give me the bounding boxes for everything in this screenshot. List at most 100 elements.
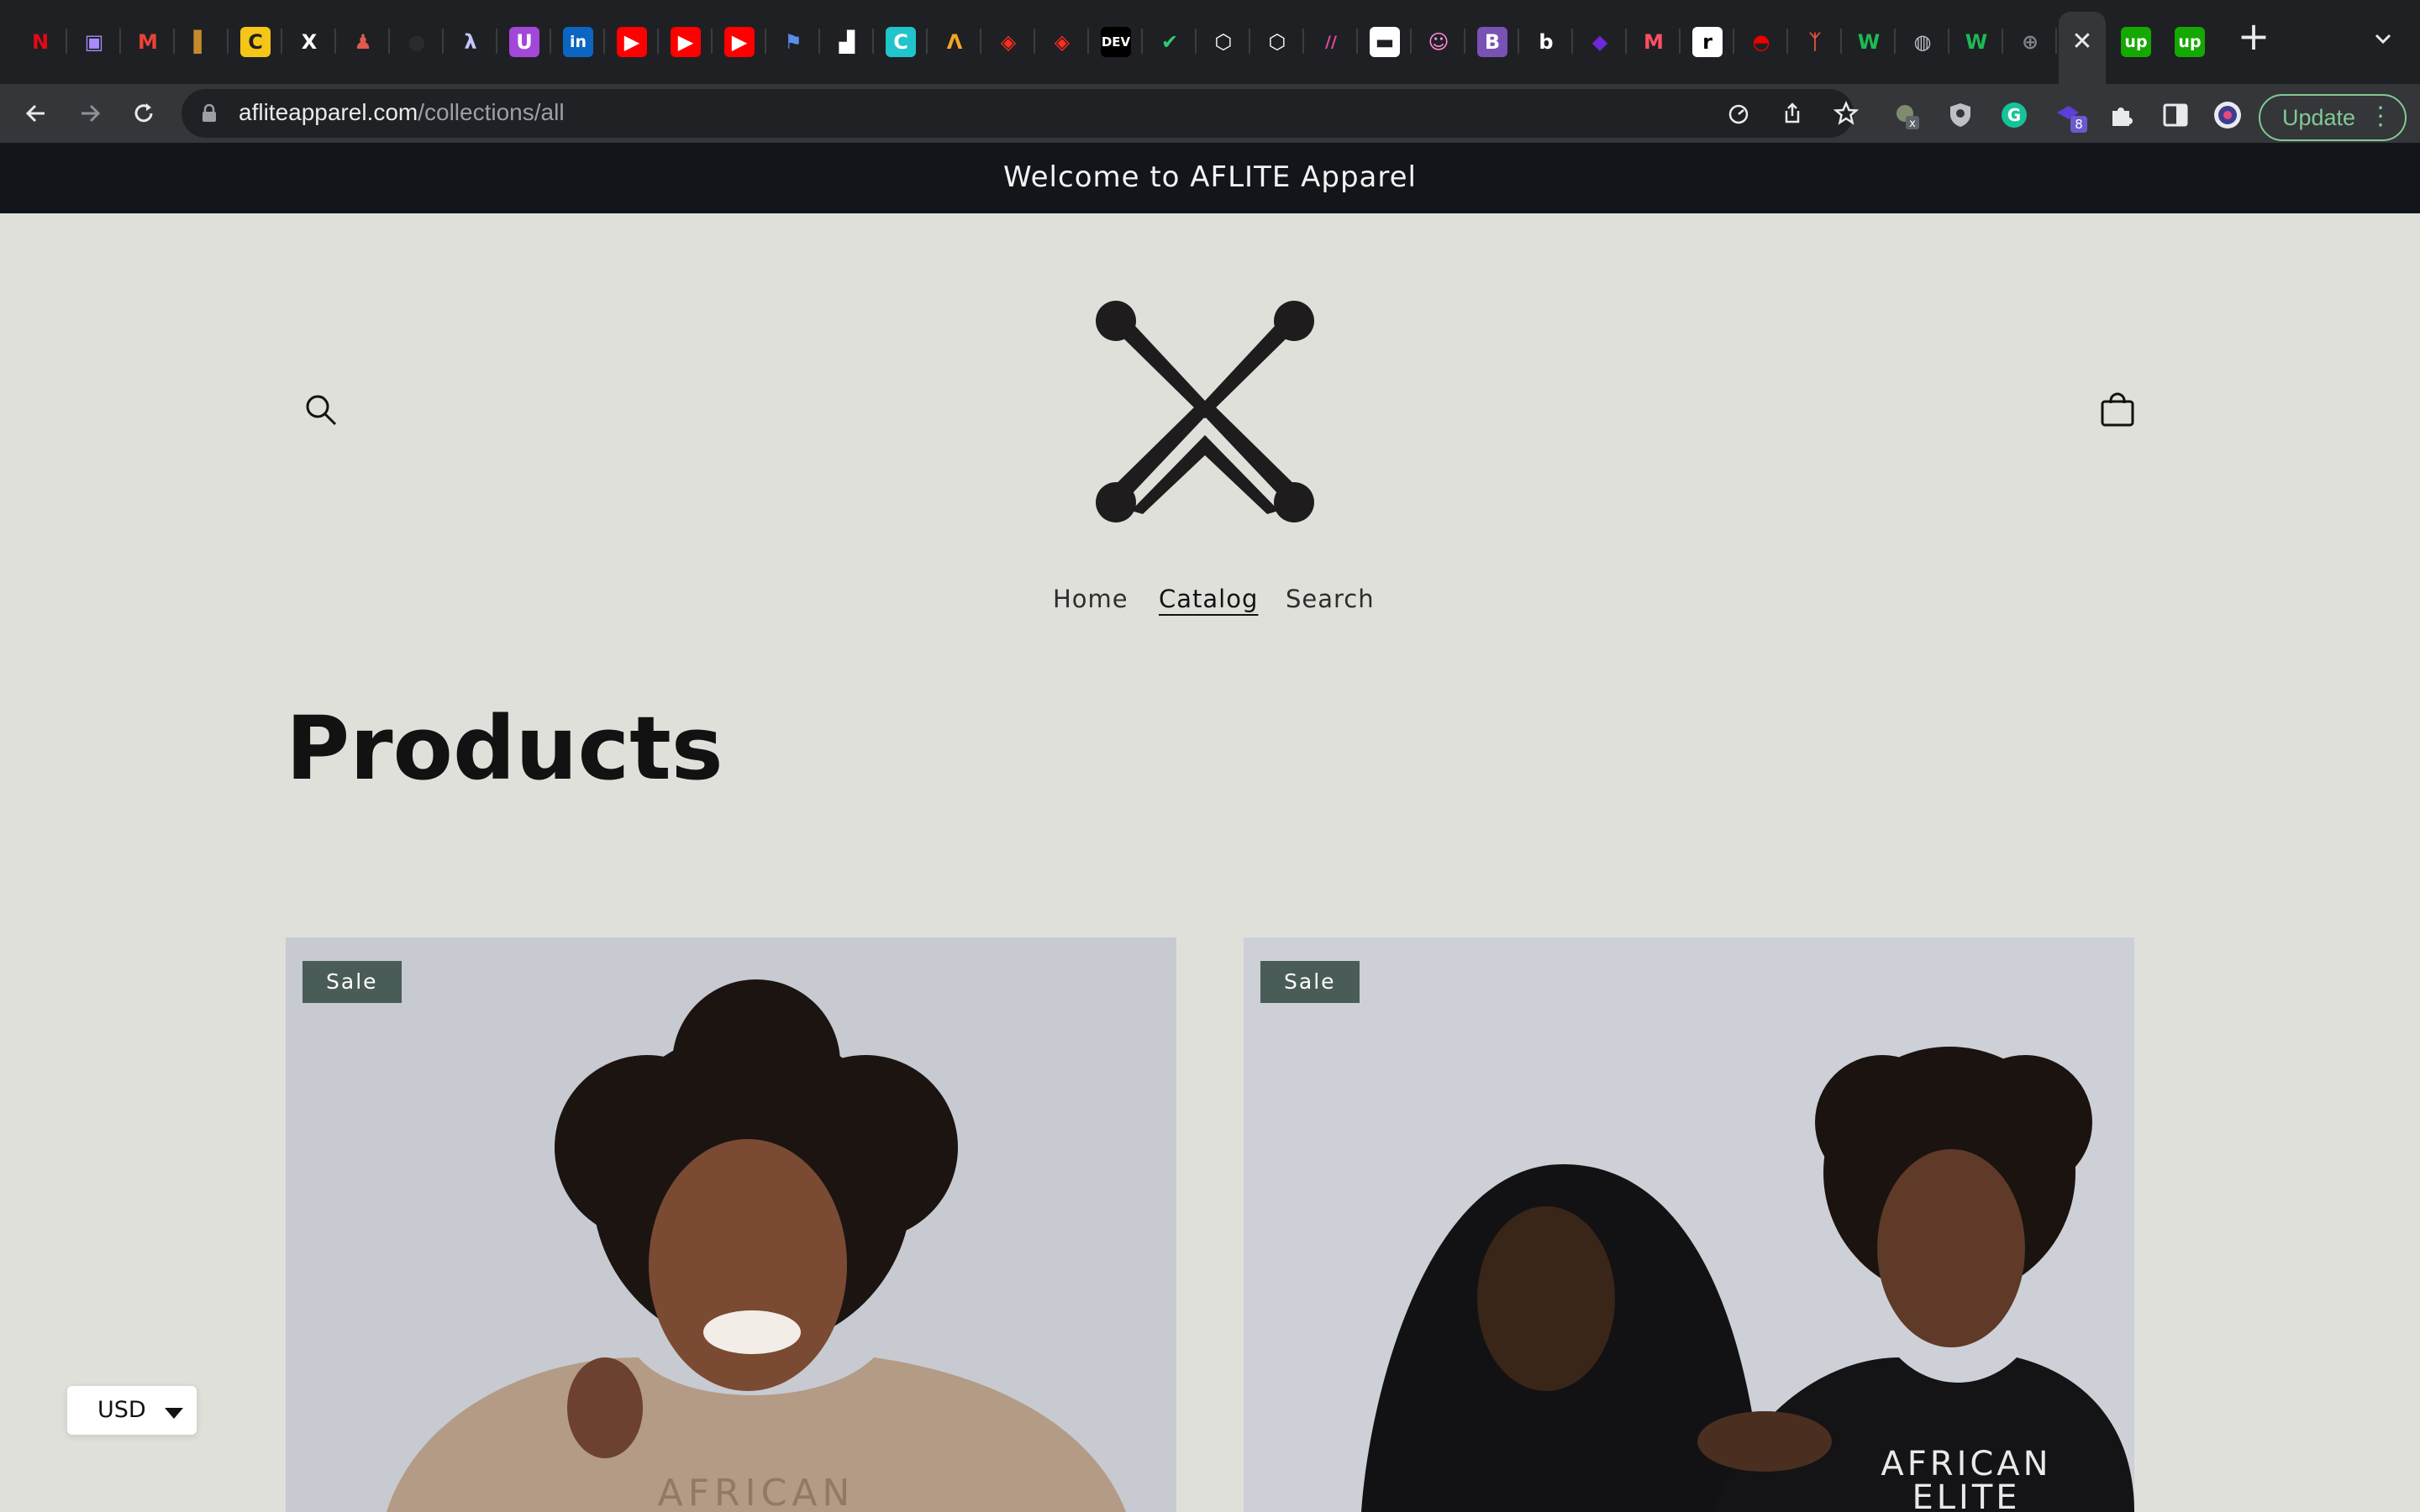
update-button[interactable]: Update ⋮ xyxy=(2259,94,2407,141)
tab-separator xyxy=(1571,29,1573,54)
video-camera-icon[interactable]: ▣ xyxy=(79,27,109,57)
bootstrap-icon[interactable]: B xyxy=(1477,27,1507,57)
laravel-icon[interactable]: ◈ xyxy=(1047,27,1077,57)
book-icon[interactable]: ▌ xyxy=(187,27,217,57)
github-icon[interactable]: ● xyxy=(402,27,432,57)
bitbucket-icon[interactable]: b xyxy=(1531,27,1561,57)
tab-separator xyxy=(496,29,497,54)
flag-icon[interactable]: ⚑ xyxy=(778,27,808,57)
announcement-bar: Welcome to AFLITE Apparel xyxy=(0,143,2420,213)
youtube-icon[interactable]: ▶ xyxy=(671,27,701,57)
arrow-right-icon xyxy=(82,104,101,123)
side-panel-icon[interactable] xyxy=(2161,101,2190,129)
tab-separator xyxy=(765,29,766,54)
puzzle-extensions-icon[interactable] xyxy=(2107,101,2136,129)
product-image[interactable]: AFRICAN xyxy=(286,937,1176,1512)
svg-text:x: x xyxy=(1909,118,1916,129)
nav-catalog[interactable]: Catalog xyxy=(1159,585,1258,613)
update-label: Update xyxy=(2282,105,2356,130)
tab-separator xyxy=(119,29,121,54)
w-logo-icon[interactable]: W xyxy=(1961,27,1991,57)
upwork-icon[interactable]: up xyxy=(2121,27,2151,57)
svg-text:G: G xyxy=(2007,105,2021,125)
laravel-icon[interactable]: ◈ xyxy=(993,27,1023,57)
address-bar[interactable]: afliteapparel.com/collections/all xyxy=(182,89,1859,138)
sale-badge: Sale xyxy=(302,961,402,1003)
redhat-icon[interactable]: ◓ xyxy=(1746,27,1776,57)
youtube-icon[interactable]: ▶ xyxy=(617,27,647,57)
active-tab[interactable]: ✕ xyxy=(2059,12,2106,84)
u-circle-icon[interactable]: U xyxy=(509,27,539,57)
search-icon[interactable] xyxy=(302,391,339,428)
c-circle-icon[interactable]: C xyxy=(240,27,271,57)
dancer-icon[interactable]: ᛉ xyxy=(1800,27,1830,57)
tab-separator xyxy=(1679,29,1681,54)
product-image[interactable]: AFRICAN ELITE xyxy=(1244,937,2134,1512)
reload-icon xyxy=(134,103,153,123)
tab-search-chevron-icon[interactable] xyxy=(2366,25,2400,59)
share-icon[interactable] xyxy=(1780,101,1805,126)
hoodie-print-text-2: ELITE xyxy=(1912,1478,2020,1512)
laravel-icon[interactable]: Λ xyxy=(939,27,970,57)
url-text[interactable]: afliteapparel.com/collections/all xyxy=(239,99,565,126)
checkmark-icon[interactable]: ✔ xyxy=(1155,27,1185,57)
figure-icon[interactable]: ♟ xyxy=(348,27,378,57)
tab-separator xyxy=(1733,29,1734,54)
upwork-icon[interactable]: up xyxy=(2175,27,2205,57)
nav-search[interactable]: Search xyxy=(1286,585,1375,613)
lambda-icon[interactable]: λ xyxy=(455,27,486,57)
url-path: /collections/all xyxy=(418,99,565,125)
currency-selector[interactable]: USD xyxy=(67,1386,197,1435)
r-logo-icon[interactable]: r xyxy=(1692,27,1723,57)
tab-separator xyxy=(1625,29,1627,54)
currency-code: USD xyxy=(97,1397,146,1423)
youtube-icon[interactable]: ▶ xyxy=(724,27,755,57)
tab-separator xyxy=(442,29,444,54)
shield-extension-icon[interactable] xyxy=(1946,101,1975,129)
x-twitter-icon[interactable]: X xyxy=(294,27,324,57)
m-logo-icon[interactable]: M xyxy=(1639,27,1669,57)
ghost-icon[interactable]: ☺ xyxy=(1423,27,1454,57)
gmail-icon[interactable]: M xyxy=(133,27,163,57)
kebab-menu-icon[interactable]: ⋮ xyxy=(2368,101,2393,133)
profile-avatar-icon[interactable] xyxy=(2213,101,2242,129)
canva-icon[interactable]: C xyxy=(886,27,916,57)
grammarly-icon[interactable]: G xyxy=(2000,101,2028,129)
tab-separator xyxy=(1087,29,1089,54)
reload-button[interactable] xyxy=(123,92,165,134)
extension-cloud-icon[interactable]: x xyxy=(1892,101,1921,129)
back-button[interactable] xyxy=(15,92,57,134)
tab-separator xyxy=(1141,29,1143,54)
netflix-icon[interactable]: N xyxy=(25,27,55,57)
slash-icon[interactable]: // xyxy=(1316,27,1346,57)
cart-icon[interactable] xyxy=(2099,391,2136,428)
new-tab-button[interactable]: + xyxy=(2237,17,2270,55)
performance-gauge-icon[interactable] xyxy=(1726,101,1751,126)
bookmark-star-icon[interactable] xyxy=(1833,101,1859,126)
globe-grid-icon[interactable]: ⊕ xyxy=(2015,27,2045,57)
tab-separator xyxy=(1302,29,1304,54)
forward-button[interactable] xyxy=(69,92,111,134)
flowbite-icon[interactable]: ▬ xyxy=(1370,27,1400,57)
linkedin-icon[interactable]: in xyxy=(563,27,593,57)
sale-badge: Sale xyxy=(1260,961,1360,1003)
unsplash-icon[interactable]: ▟ xyxy=(832,27,862,57)
hexagon-icon[interactable]: ⬡ xyxy=(1262,27,1292,57)
globe-icon[interactable]: ◍ xyxy=(1907,27,1938,57)
tab-separator xyxy=(603,29,605,54)
tab-separator xyxy=(711,29,713,54)
product-card[interactable]: AFRICAN Sale xyxy=(286,937,1176,1512)
extension-badge-count: 8 xyxy=(2070,116,2087,133)
tab-separator xyxy=(657,29,659,54)
dev-to-icon[interactable]: DEV xyxy=(1101,27,1131,57)
close-tab-icon[interactable]: ✕ xyxy=(2070,29,2094,55)
nav-home[interactable]: Home xyxy=(1053,585,1128,613)
hexagon-icon[interactable]: ⬡ xyxy=(1208,27,1239,57)
store-logo[interactable] xyxy=(1089,294,1321,529)
w-logo-icon[interactable]: W xyxy=(1854,27,1884,57)
tab-separator xyxy=(2055,29,2057,54)
diamond-icon[interactable]: ◆ xyxy=(1585,27,1615,57)
extension-badge-icon[interactable]: 8 xyxy=(2054,101,2087,133)
tab-separator xyxy=(1518,29,1519,54)
product-card[interactable]: AFRICAN ELITE Sale xyxy=(1244,937,2134,1512)
